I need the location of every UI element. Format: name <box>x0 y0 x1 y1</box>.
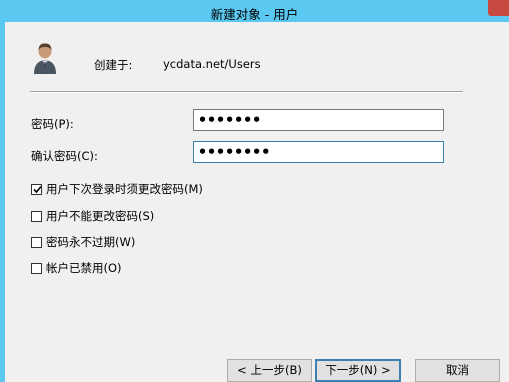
option-label: 用户不能更改密码(S) <box>46 209 155 223</box>
checkbox[interactable] <box>31 210 42 222</box>
checkbox[interactable] <box>31 262 42 274</box>
checkmark-icon <box>33 185 42 193</box>
checkbox[interactable] <box>31 236 42 248</box>
option-password-never-expires[interactable]: 密码永不过期(W) <box>31 234 135 250</box>
close-button[interactable] <box>488 0 509 16</box>
option-cannot-change-password[interactable]: 用户不能更改密码(S) <box>31 208 154 224</box>
user-icon <box>34 43 56 74</box>
option-label: 密码永不过期(W) <box>46 235 136 249</box>
option-label: 帐户已禁用(O) <box>46 261 122 275</box>
created-in-path: ycdata.net/Users <box>163 57 261 71</box>
password-field[interactable] <box>193 109 444 131</box>
next-button[interactable]: 下一步(N) > <box>315 359 401 382</box>
option-account-disabled[interactable]: 帐户已禁用(O) <box>31 260 122 276</box>
title-bar: 新建对象 - 用户 <box>0 0 509 22</box>
checkbox[interactable] <box>31 183 42 195</box>
separator <box>30 91 463 93</box>
window-title: 新建对象 - 用户 <box>210 7 299 22</box>
option-must-change-password[interactable]: 用户下次登录时须更改密码(M) <box>31 181 203 197</box>
created-in-label: 创建于: <box>94 58 133 72</box>
confirm-password-label: 确认密码(C): <box>31 149 98 163</box>
dialog-body: 创建于: ycdata.net/Users 密码(P): 确认密码(C): 用户… <box>5 22 509 382</box>
back-button[interactable]: < 上一步(B) <box>227 359 312 382</box>
option-label: 用户下次登录时须更改密码(M) <box>46 182 203 196</box>
confirm-password-field[interactable] <box>193 141 444 163</box>
password-label: 密码(P): <box>31 117 74 131</box>
cancel-button[interactable]: 取消 <box>415 359 500 382</box>
